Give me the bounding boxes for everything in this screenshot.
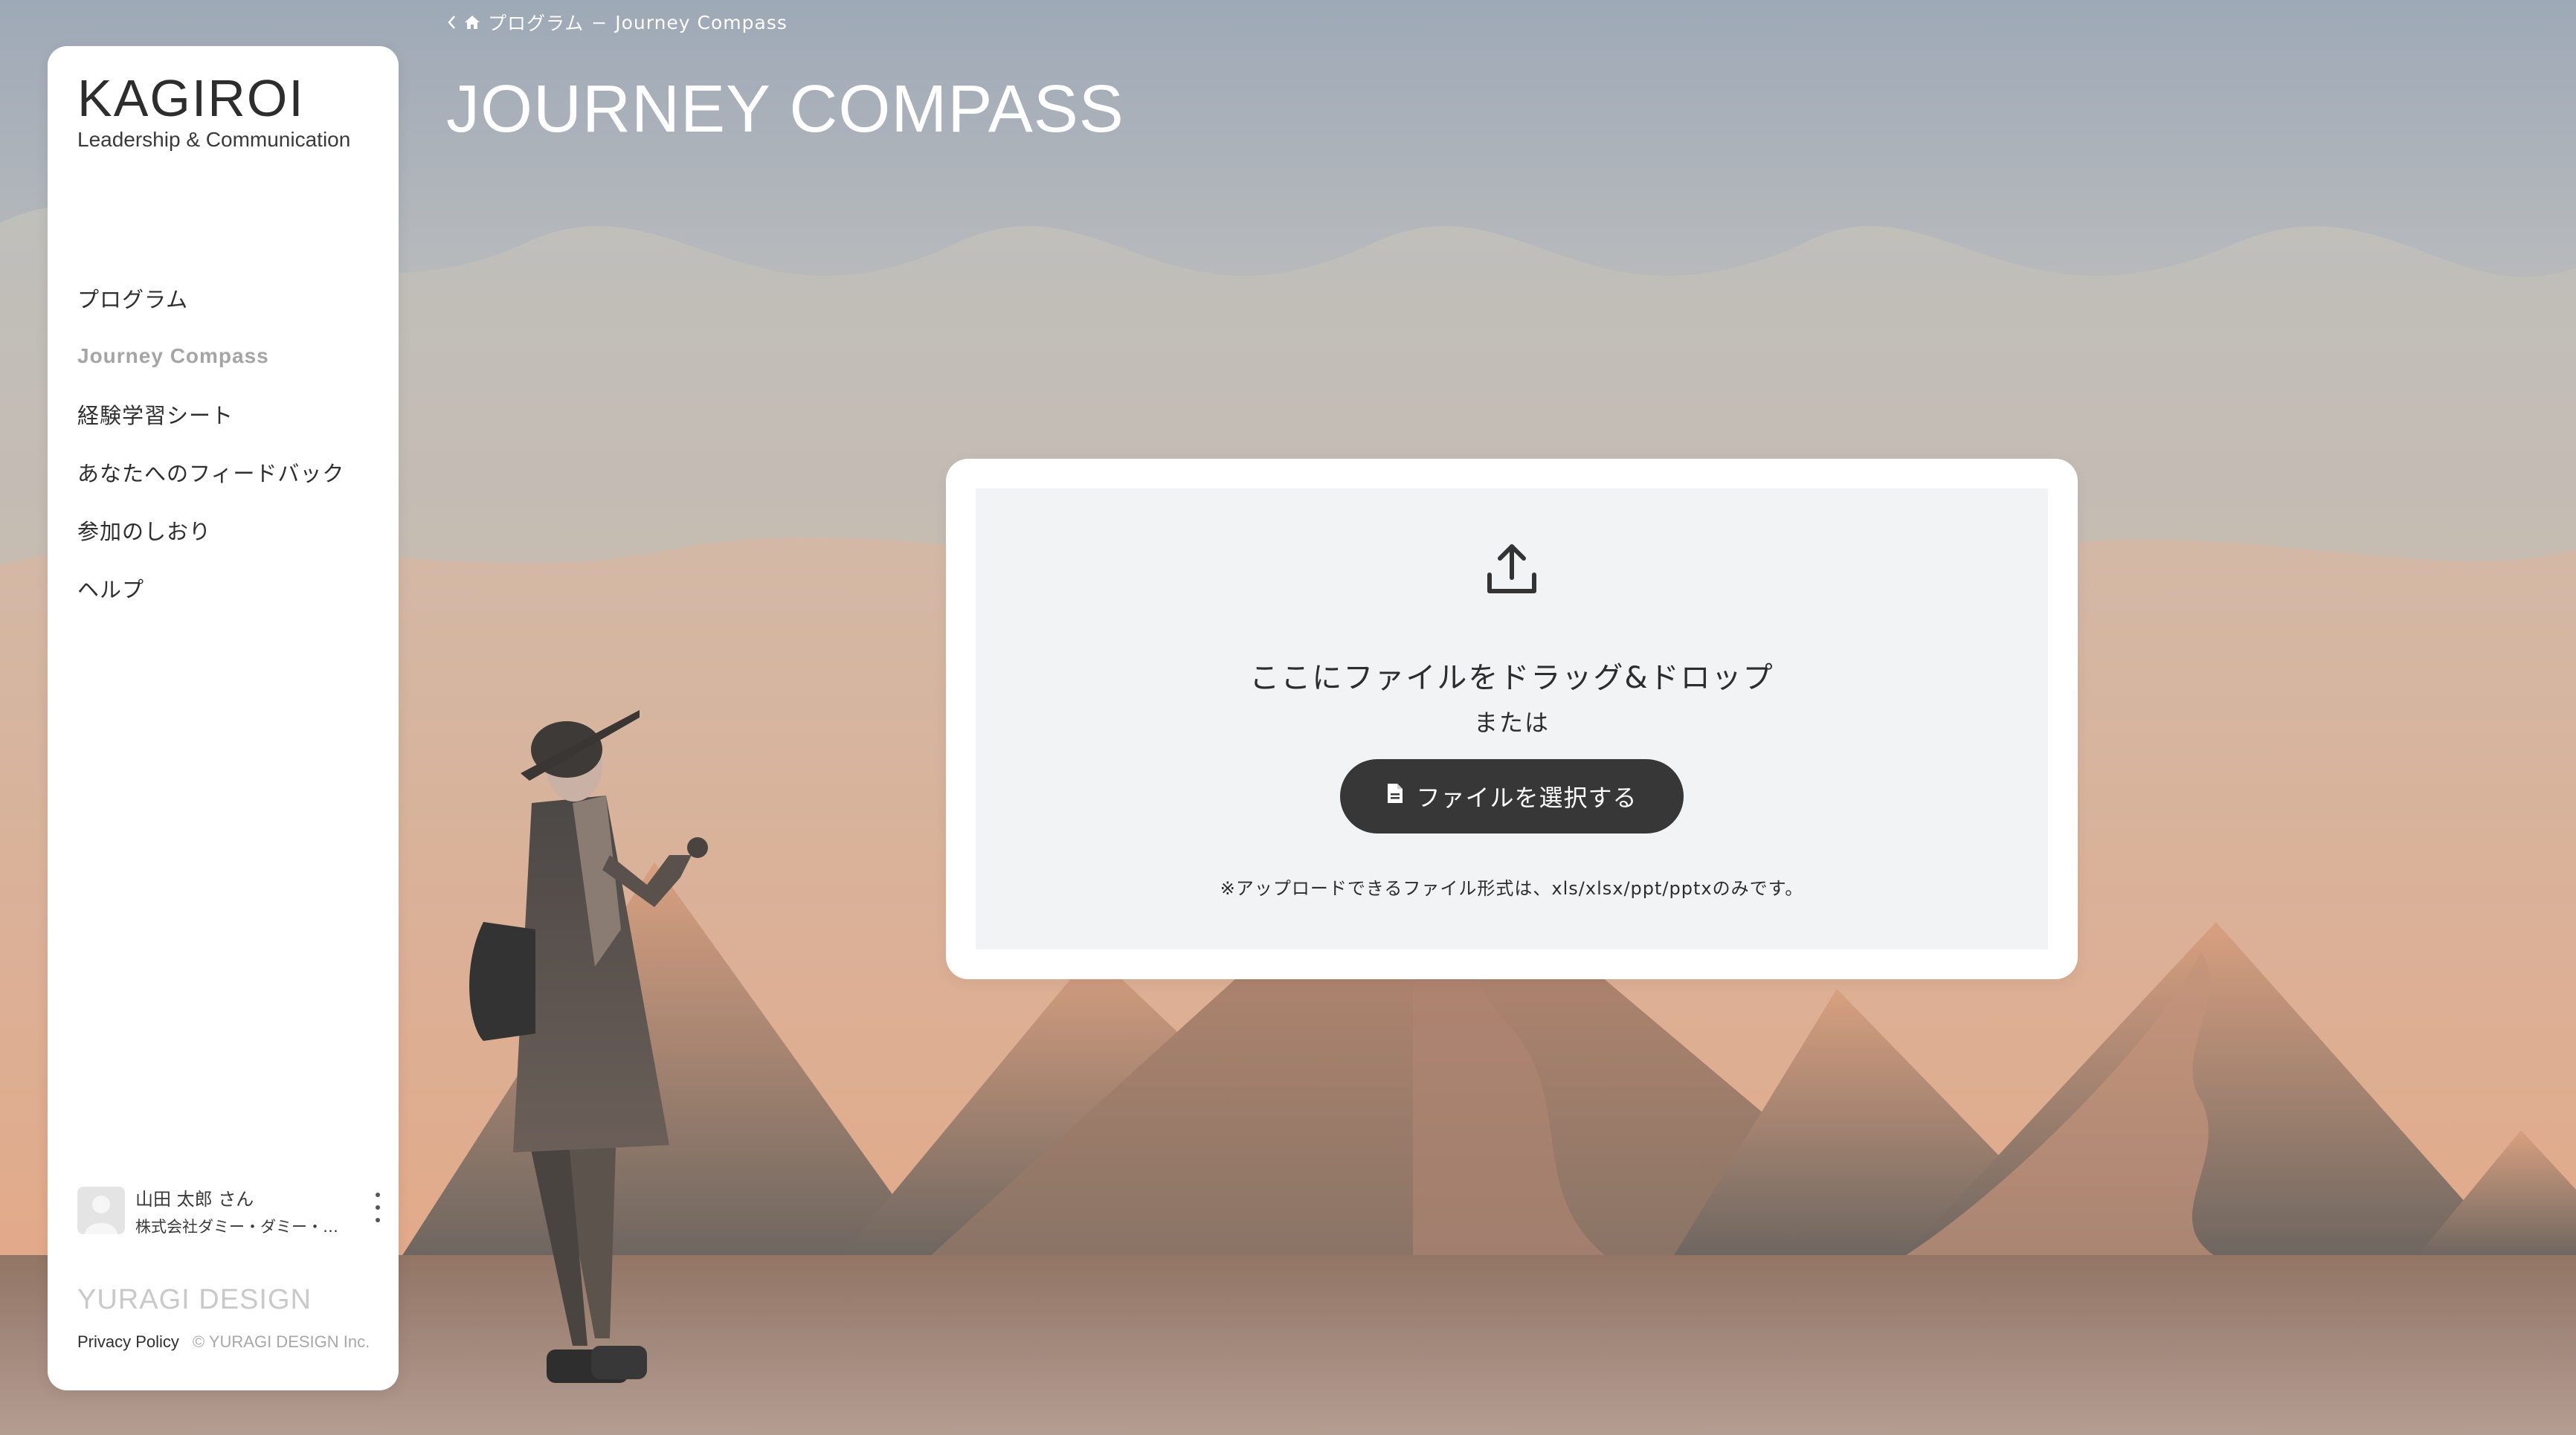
select-file-button-label: ファイルを選択する bbox=[1416, 784, 1638, 812]
breadcrumb-parent[interactable]: プログラム bbox=[488, 9, 584, 36]
chevron-left-icon[interactable] bbox=[446, 14, 457, 30]
sidebar-item-journey-compass[interactable]: Journey Compass bbox=[77, 327, 344, 385]
sidebar: KAGIROI Leadership & Communication プログラム… bbox=[48, 46, 399, 1390]
avatar bbox=[77, 1187, 125, 1234]
file-dropzone[interactable]: ここにファイルをドラッグ&ドロップ または ファイルを選択する ※アップロードで… bbox=[976, 488, 2048, 949]
breadcrumb-separator: − bbox=[591, 11, 608, 33]
brand-tagline: Leadership & Communication bbox=[77, 128, 351, 151]
sidebar-item-program[interactable]: プログラム bbox=[77, 269, 344, 327]
page-title: JOURNEY COMPASS bbox=[446, 72, 1124, 146]
file-format-note: ※アップロードできるファイル形式は、xls/xlsx/ppt/pptxのみです。 bbox=[1220, 878, 1804, 899]
sidebar-item-feedback[interactable]: あなたへのフィードバック bbox=[77, 443, 344, 501]
more-options-icon[interactable] bbox=[369, 1193, 387, 1222]
user-name: 山田 太郎 さん bbox=[135, 1188, 254, 1210]
sidebar-item-help[interactable]: ヘルプ bbox=[77, 559, 344, 617]
footer-links: Privacy Policy © YURAGI DESIGN Inc. bbox=[77, 1332, 370, 1352]
upload-card: ここにファイルをドラッグ&ドロップ または ファイルを選択する ※アップロードで… bbox=[946, 459, 2078, 979]
copyright-text: © YURAGI DESIGN Inc. bbox=[192, 1332, 370, 1351]
brand-logo[interactable]: KAGIROI bbox=[77, 68, 305, 128]
sidebar-item-experience-sheet[interactable]: 経験学習シート bbox=[77, 385, 344, 443]
upload-icon bbox=[1485, 542, 1539, 599]
breadcrumb: プログラム − Journey Compass bbox=[446, 9, 788, 36]
dropzone-or: または bbox=[1473, 709, 1550, 737]
sidebar-nav: プログラム Journey Compass 経験学習シート あなたへのフィードバ… bbox=[77, 269, 344, 617]
home-icon[interactable] bbox=[464, 14, 480, 30]
dropzone-title: ここにファイルをドラッグ&ドロップ bbox=[1249, 661, 1774, 695]
select-file-button[interactable]: ファイルを選択する bbox=[1340, 759, 1684, 833]
user-info: 山田 太郎 さん 株式会社ダミー・ダミー・ダ... bbox=[135, 1184, 351, 1237]
privacy-policy-link[interactable]: Privacy Policy bbox=[77, 1332, 179, 1352]
user-company: 株式会社ダミー・ダミー・ダ... bbox=[135, 1217, 351, 1236]
document-icon bbox=[1386, 782, 1404, 810]
sidebar-item-guide[interactable]: 参加のしおり bbox=[77, 501, 344, 559]
breadcrumb-current: Journey Compass bbox=[615, 11, 788, 33]
user-profile[interactable]: 山田 太郎 さん 株式会社ダミー・ダミー・ダ... bbox=[77, 1184, 380, 1237]
footer-brand: YURAGI DESIGN bbox=[77, 1284, 312, 1315]
